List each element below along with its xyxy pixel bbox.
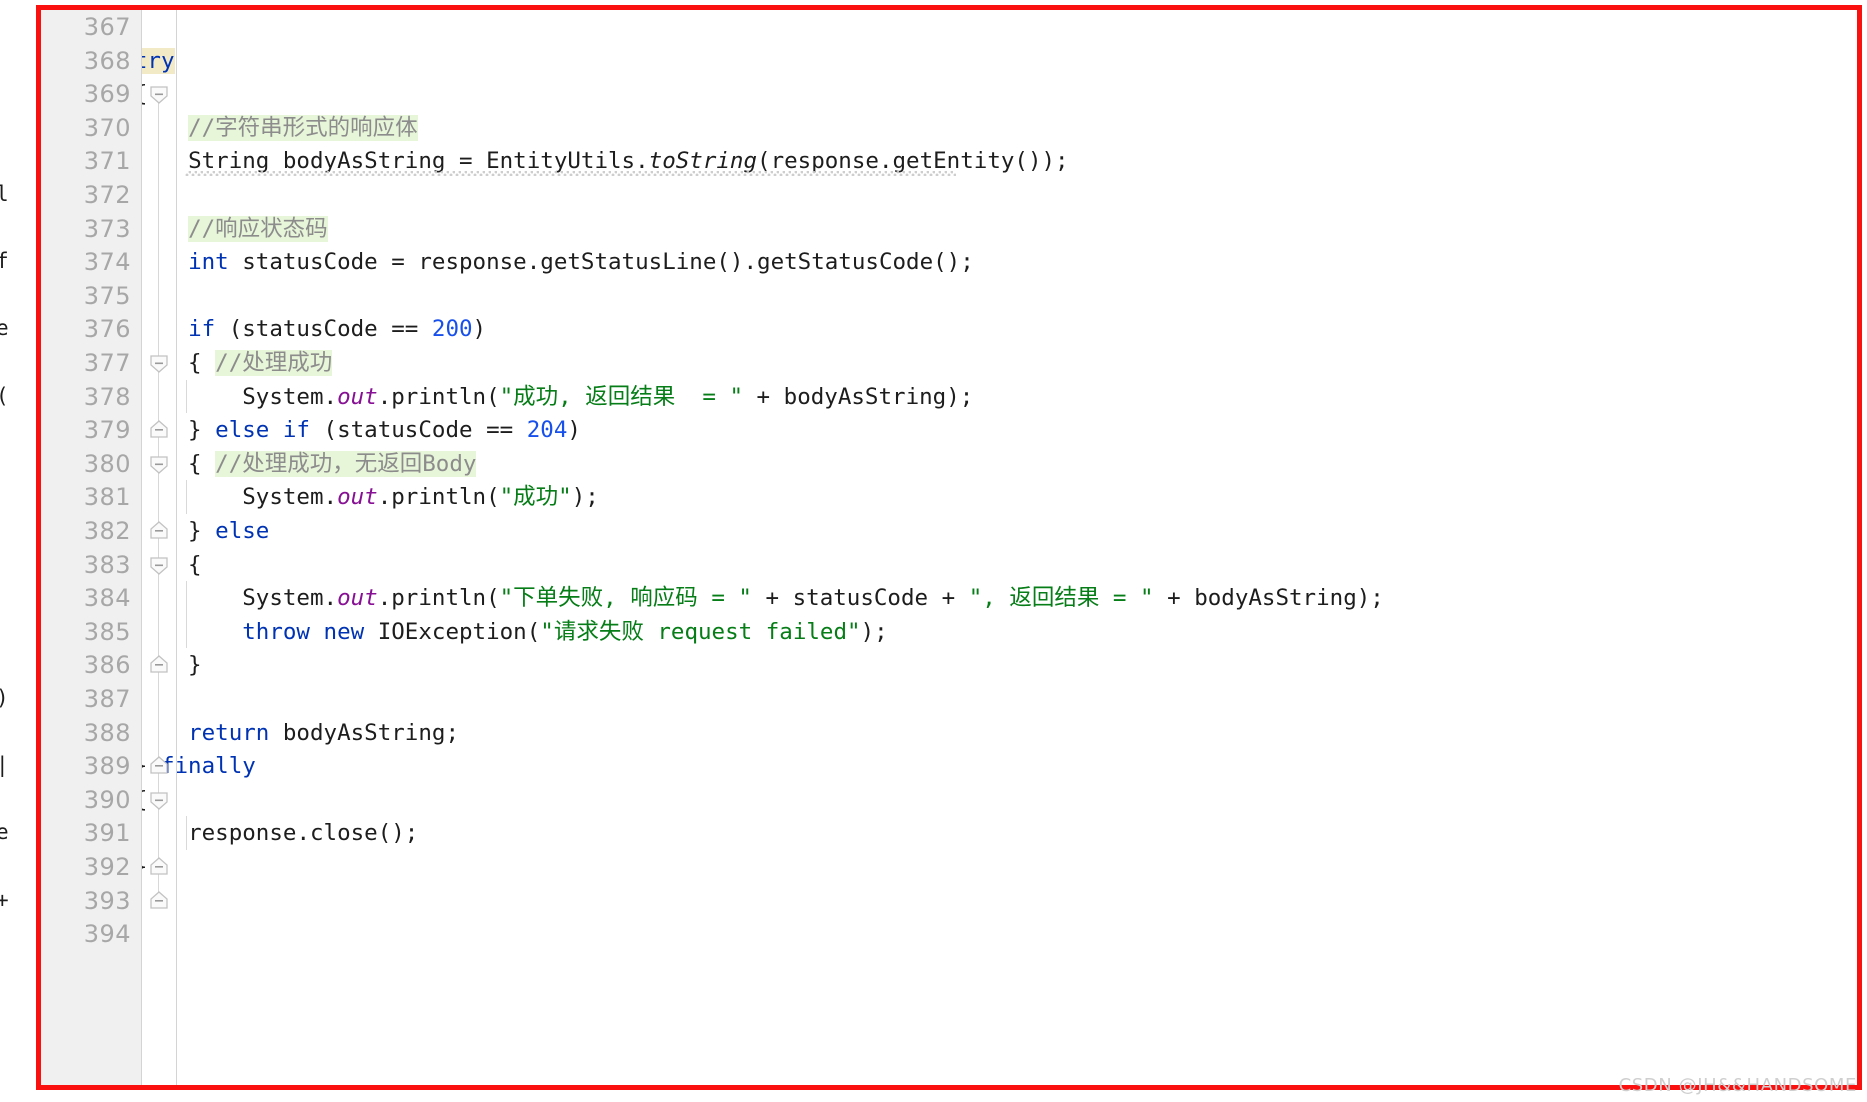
fold-end-icon[interactable]: [147, 889, 171, 913]
fold-start-icon[interactable]: [147, 82, 171, 106]
fold-end-icon[interactable]: [147, 754, 171, 778]
keyword: if: [188, 316, 216, 343]
string-literal: "成功": [499, 484, 572, 511]
line-number: 386: [83, 651, 131, 680]
code-comment: //响应状态码: [188, 215, 328, 242]
line-number: 368: [83, 46, 131, 75]
identifier: IOException: [377, 618, 527, 645]
number-literal: 204: [526, 417, 568, 444]
code-editor[interactable]: lfe()|e+ 3673683693703713723733743753763…: [0, 0, 1867, 1102]
identifier: statusCode: [792, 585, 929, 612]
fold-start-icon[interactable]: [147, 452, 171, 476]
line-number: 387: [83, 685, 131, 713]
warning-squiggle: [185, 171, 957, 177]
static-field: out: [337, 585, 378, 612]
keyword: new: [323, 618, 365, 645]
line-number: 388: [83, 718, 131, 747]
fold-start-icon[interactable]: [147, 553, 171, 577]
code-line[interactable]: throw new IOException("请求失败 request fail…: [26, 615, 887, 649]
fold-end-icon[interactable]: [147, 653, 171, 677]
fold-region-line: [158, 93, 159, 900]
fold-start-icon[interactable]: [147, 351, 171, 375]
identifier: statusCode: [337, 417, 473, 444]
keyword: else: [215, 417, 270, 444]
string-literal: "成功, 返回结果 = ": [499, 383, 744, 410]
identifier: statusCode: [242, 316, 378, 343]
identifier: System: [242, 585, 324, 612]
line-number: 378: [83, 382, 131, 411]
keyword: throw: [242, 618, 310, 645]
line-number: 393: [83, 886, 131, 915]
identifier: System: [242, 383, 324, 410]
line-number: 391: [83, 819, 131, 848]
fold-strip-separator: [176, 10, 177, 1085]
code-comment: //处理成功: [215, 350, 333, 376]
identifier: close: [309, 820, 378, 847]
line-number: 380: [83, 449, 131, 478]
code-comment: //处理成功，无返回Body: [215, 450, 477, 477]
line-number: 389: [83, 752, 131, 781]
line-number: 370: [83, 113, 131, 142]
line-number: 374: [83, 248, 131, 277]
identifier: println: [391, 484, 487, 511]
line-number: 369: [83, 80, 131, 109]
identifier: response: [418, 249, 527, 276]
identifier: statusCode: [242, 249, 378, 276]
line-number: 367: [83, 13, 131, 41]
identifier: response: [188, 820, 297, 847]
line-number: 373: [83, 214, 131, 243]
keyword: else: [215, 518, 270, 544]
gutter-separator: [141, 10, 142, 1085]
line-number: 372: [83, 181, 131, 209]
line-number: 376: [83, 315, 131, 344]
code-line[interactable]: System.out.println("下单失败, 响应码 = " + stat…: [26, 581, 1384, 615]
code-line[interactable]: int statusCode = response.getStatusLine(…: [26, 245, 974, 279]
identifier: bodyAsString: [783, 383, 947, 410]
line-number: 377: [83, 349, 131, 377]
identifier: bodyAsString: [1194, 585, 1357, 612]
static-field: out: [337, 383, 378, 410]
identifier: getStatusCode: [757, 249, 934, 276]
string-literal: "请求失败 request failed": [540, 618, 861, 645]
identifier: println: [391, 383, 487, 410]
line-number: 371: [83, 147, 131, 176]
line-number: 382: [83, 517, 131, 545]
keyword: return: [188, 719, 270, 746]
identifier: bodyAsString: [282, 719, 446, 746]
identifier: getStatusLine: [540, 249, 717, 276]
line-number: 392: [83, 853, 131, 881]
line-number: 379: [83, 416, 131, 445]
identifier: println: [391, 585, 487, 612]
line-number: 375: [83, 281, 131, 310]
line-number: 385: [83, 617, 131, 646]
keyword: if: [282, 417, 310, 444]
watermark: CSDN @JH&&HANDSOME: [1618, 1075, 1857, 1096]
fold-start-icon[interactable]: [147, 788, 171, 812]
fold-end-icon[interactable]: [147, 519, 171, 543]
string-literal: ", 返回结果 = ": [968, 585, 1154, 612]
keyword: int: [188, 249, 229, 276]
line-number: 383: [83, 550, 131, 579]
code-comment: //字符串形式的响应体: [188, 114, 418, 141]
line-number: 390: [83, 785, 131, 814]
line-number: 394: [83, 920, 131, 949]
line-number: 381: [83, 483, 131, 512]
fold-end-icon[interactable]: [147, 418, 171, 442]
fold-end-icon[interactable]: [147, 855, 171, 879]
code-content[interactable]: try { //字符串形式的响应体 String bodyAsString = …: [0, 0, 1867, 1102]
line-number: 384: [83, 584, 131, 613]
code-line[interactable]: System.out.println("成功, 返回结果 = " + bodyA…: [26, 380, 973, 414]
identifier: System: [242, 484, 324, 511]
string-literal: "下单失败, 响应码 = ": [499, 585, 752, 612]
static-field: out: [337, 484, 378, 511]
number-literal: 200: [431, 316, 473, 343]
